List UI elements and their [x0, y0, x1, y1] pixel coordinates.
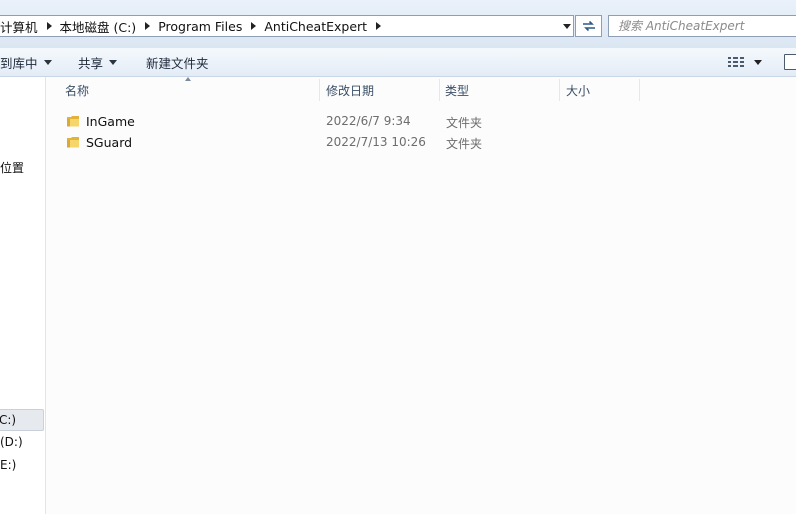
crumb-chevron-icon[interactable]: [145, 22, 151, 30]
preview-pane-icon[interactable]: [784, 54, 796, 70]
column-divider[interactable]: [639, 79, 640, 101]
command-bar: 到库中 共享 新建文件夹: [0, 48, 796, 77]
address-row: 计算机 本地磁盘 (C:) Program Files AntiCheatExp…: [0, 0, 796, 48]
file-type: 文件夹: [446, 116, 483, 130]
folder-icon: [67, 116, 79, 127]
view-options-button[interactable]: [727, 48, 762, 76]
crumb-program-files[interactable]: Program Files: [158, 19, 245, 34]
chevron-down-icon: [754, 59, 762, 65]
crumb-chevron-icon[interactable]: [376, 22, 382, 30]
file-type: 文件夹: [446, 137, 483, 151]
chevron-down-icon: [43, 59, 52, 65]
new-folder-button[interactable]: 新建文件夹: [146, 48, 209, 76]
file-name: SGuard: [86, 135, 133, 150]
address-history-dropdown[interactable]: [560, 15, 574, 37]
search-box[interactable]: [608, 15, 796, 37]
crumb-computer[interactable]: 计算机: [0, 17, 41, 36]
folder-icon: [67, 137, 79, 148]
column-divider[interactable]: [319, 79, 320, 101]
column-header-name[interactable]: 名称: [65, 77, 89, 103]
refresh-icon: [582, 20, 595, 32]
address-bar[interactable]: 计算机 本地磁盘 (C:) Program Files AntiCheatExp…: [0, 15, 574, 37]
search-input[interactable]: [609, 16, 794, 36]
nav-item-locations[interactable]: 位置: [0, 159, 24, 176]
sort-ascending-icon: [185, 77, 191, 81]
crumb-chevron-icon[interactable]: [46, 22, 52, 30]
crumb-local-disk[interactable]: 本地磁盘 (C:): [60, 17, 140, 36]
nav-item-drive-c[interactable]: C:): [0, 409, 44, 431]
nav-item-drive-d[interactable]: (D:): [0, 435, 23, 449]
new-folder-label: 新建文件夹: [146, 55, 209, 71]
include-in-library-button[interactable]: 到库中: [0, 48, 52, 76]
column-header-size[interactable]: 大小: [566, 77, 590, 103]
column-divider[interactable]: [439, 79, 440, 101]
nav-item-label: C:): [0, 413, 17, 427]
chevron-down-icon: [109, 59, 118, 65]
file-row[interactable]: InGame 2022/6/7 9:34 文件夹: [60, 111, 780, 132]
nav-item-drive-e[interactable]: E:): [0, 458, 16, 472]
share-label: 共享: [78, 55, 104, 71]
file-row[interactable]: SGuard 2022/7/13 10:26 文件夹: [60, 132, 780, 153]
breadcrumb: 计算机 本地磁盘 (C:) Program Files AntiCheatExp…: [0, 16, 389, 36]
crumb-anticheatexpert[interactable]: AntiCheatExpert: [264, 19, 370, 34]
column-divider[interactable]: [559, 79, 560, 101]
navigation-pane: 位置 C:) (D:) E:): [0, 77, 46, 514]
share-button[interactable]: 共享: [78, 48, 118, 76]
refresh-button[interactable]: [575, 15, 602, 37]
chevron-down-icon: [563, 23, 571, 29]
column-header-type[interactable]: 类型: [445, 77, 469, 103]
include-in-library-label: 到库中: [0, 55, 38, 71]
file-name: InGame: [86, 114, 135, 129]
column-header-date-modified[interactable]: 修改日期: [326, 77, 374, 103]
file-list: 名称 修改日期 类型 大小 InGame 2022/6/7 9:34 文件夹 S…: [47, 77, 796, 514]
view-options-icon: [728, 57, 744, 67]
file-date-modified: 2022/7/13 10:26: [326, 135, 426, 149]
file-date-modified: 2022/6/7 9:34: [326, 114, 411, 128]
crumb-chevron-icon[interactable]: [251, 22, 257, 30]
